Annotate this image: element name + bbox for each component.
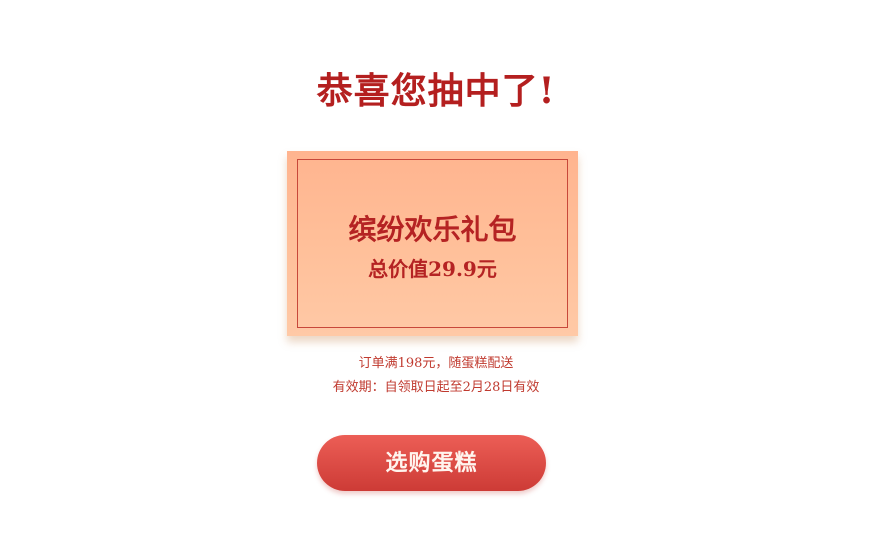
page-title: 恭喜您抽中了! bbox=[316, 70, 556, 112]
buy-cake-button-label: 选购蛋糕 bbox=[385, 450, 478, 476]
prize-condition-text: 订单满198元，随蛋糕配送 bbox=[358, 356, 514, 371]
prize-name: 缤纷欢乐礼包 bbox=[348, 213, 517, 246]
prize-card: 缤纷欢乐礼包 总价值29.9元 bbox=[287, 151, 578, 336]
buy-cake-button[interactable]: 选购蛋糕 bbox=[317, 435, 546, 491]
prize-validity-text: 有效期：自领取日起至2月28日有效 bbox=[332, 380, 540, 395]
prize-value: 总价值29.9元 bbox=[368, 257, 497, 281]
prize-result-page: 恭喜您抽中了! 缤纷欢乐礼包 总价值29.9元 订单满198元，随蛋糕配送 有效… bbox=[0, 0, 872, 556]
prize-card-border: 缤纷欢乐礼包 总价值29.9元 bbox=[297, 159, 568, 328]
